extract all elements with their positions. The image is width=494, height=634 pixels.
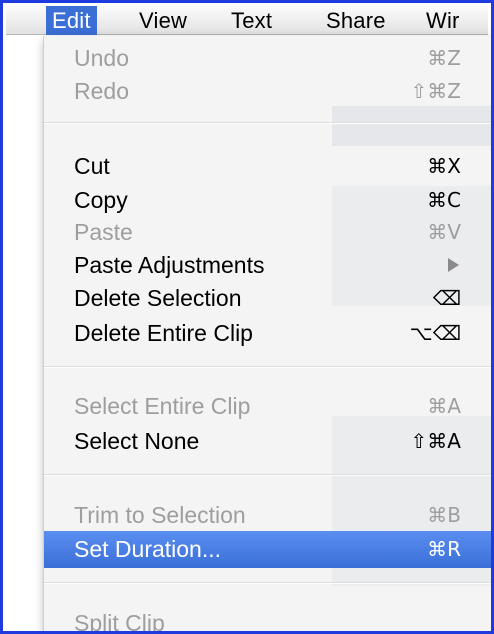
submenu-arrow-icon (448, 258, 459, 272)
menu-item-shortcut: ⌘X (427, 154, 461, 178)
menu-separator (44, 366, 491, 368)
menu-share[interactable]: Share (326, 6, 386, 35)
menu-item-shortcut: ⇧⌘Z (410, 79, 461, 103)
menu-item-shortcut: ⌫ (432, 286, 461, 310)
menu-edit[interactable]: Edit (46, 6, 97, 35)
background-ghost (332, 106, 491, 146)
menu-separator (44, 474, 491, 476)
menu-item-cut[interactable]: Cut ⌘X (44, 149, 491, 183)
menu-item-split-clip[interactable]: Split Clip (44, 606, 491, 634)
menu-item-label: Copy (74, 187, 128, 213)
menu-item-shortcut: ⇧⌘A (410, 429, 461, 453)
menu-bar: Edit View Text Share Wir (6, 6, 488, 35)
menu-item-shortcut: ⌘B (427, 503, 461, 527)
menu-item-label: Select None (74, 428, 200, 454)
menu-separator (44, 122, 491, 124)
menu-item-select-entire-clip[interactable]: Select Entire Clip ⌘A (44, 389, 491, 423)
menu-item-delete-entire-clip[interactable]: Delete Entire Clip ⌥⌫ (44, 316, 491, 350)
menu-item-paste-adjustments[interactable]: Paste Adjustments (44, 248, 491, 282)
menu-item-shortcut: ⌘R (427, 537, 461, 561)
menu-item-label: Redo (74, 78, 129, 104)
menu-item-label: Delete Selection (74, 285, 242, 311)
menu-item-shortcut: ⌘V (427, 220, 461, 244)
menu-view[interactable]: View (139, 6, 187, 35)
menu-item-shortcut: ⌘Z (427, 46, 461, 70)
menu-item-label: Delete Entire Clip (74, 320, 253, 346)
menu-item-trim-to-selection[interactable]: Trim to Selection ⌘B (44, 498, 491, 532)
menu-item-shortcut: ⌘C (427, 188, 461, 212)
menu-item-undo[interactable]: Undo ⌘Z (44, 41, 491, 75)
menu-separator (44, 582, 491, 584)
menu-item-set-duration[interactable]: Set Duration... ⌘R (44, 531, 491, 568)
menu-item-label: Undo (74, 45, 129, 71)
menu-item-shortcut: ⌘A (427, 394, 461, 418)
menu-window[interactable]: Wir (426, 6, 460, 35)
menu-text[interactable]: Text (231, 6, 272, 35)
menu-item-redo[interactable]: Redo ⇧⌘Z (44, 74, 491, 108)
menu-item-paste[interactable]: Paste ⌘V (44, 215, 491, 249)
menu-item-shortcut: ⌥⌫ (409, 321, 461, 345)
menu-item-label: Split Clip (74, 610, 165, 634)
menu-item-label: Paste (74, 219, 133, 245)
menu-item-select-none[interactable]: Select None ⇧⌘A (44, 424, 491, 458)
screenshot-frame: Edit View Text Share Wir Undo ⌘Z Redo ⇧⌘… (0, 0, 494, 634)
menu-item-label: Cut (74, 153, 110, 179)
edit-menu-dropdown: Undo ⌘Z Redo ⇧⌘Z Cut ⌘X Copy ⌘C Paste ⌘V… (43, 36, 491, 634)
menu-item-copy[interactable]: Copy ⌘C (44, 183, 491, 217)
menu-item-label: Select Entire Clip (74, 393, 251, 419)
menu-item-label: Trim to Selection (74, 502, 246, 528)
menu-item-label: Paste Adjustments (74, 252, 265, 278)
menu-item-delete-selection[interactable]: Delete Selection ⌫ (44, 281, 491, 315)
menu-item-label: Set Duration... (74, 536, 222, 562)
